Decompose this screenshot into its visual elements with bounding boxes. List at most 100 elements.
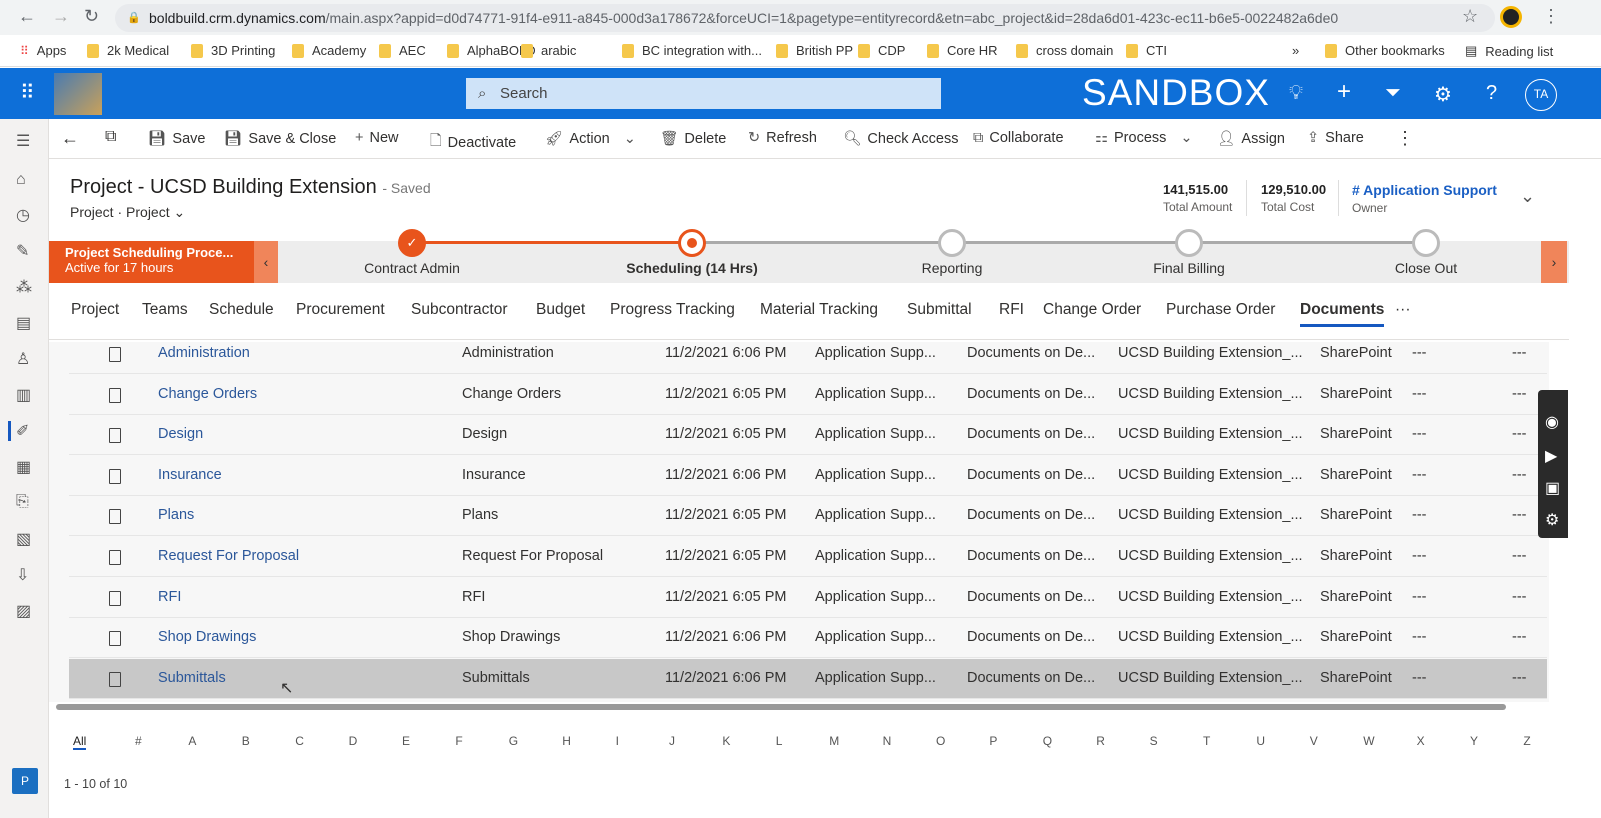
- app-launcher-icon[interactable]: ⠿: [20, 80, 35, 105]
- row-checkbox[interactable]: [109, 631, 121, 647]
- jump-letter[interactable]: X: [1417, 734, 1425, 748]
- gear-icon[interactable]: ⚙: [1545, 510, 1559, 530]
- bookmark-item[interactable]: CDP: [858, 43, 905, 58]
- image-icon[interactable]: ▣: [1545, 478, 1560, 498]
- bookmark-item[interactable]: 3D Printing: [191, 43, 275, 58]
- stage-label[interactable]: Final Billing: [1153, 260, 1225, 276]
- bpf-process-name[interactable]: Project Scheduling Proce... Active for 17…: [49, 241, 254, 283]
- stage-label[interactable]: Scheduling (14 Hrs): [626, 260, 757, 276]
- user-icon[interactable]: ♙: [16, 349, 30, 369]
- jump-letter[interactable]: T: [1203, 734, 1210, 748]
- report-icon[interactable]: ▨: [16, 601, 31, 621]
- jump-letter[interactable]: Y: [1470, 734, 1478, 748]
- jump-letter[interactable]: Z: [1523, 734, 1530, 748]
- row-checkbox[interactable]: [109, 347, 121, 362]
- list-icon[interactable]: ▦: [16, 457, 31, 477]
- process-button[interactable]: ⚏ Process ⌄: [1095, 130, 1193, 146]
- tab--[interactable]: ···: [1395, 301, 1411, 319]
- document-link[interactable]: Submittals: [158, 670, 226, 686]
- stage-label[interactable]: Reporting: [922, 260, 983, 276]
- jump-letter[interactable]: G: [509, 734, 518, 748]
- share-button[interactable]: ⇪ Share: [1307, 130, 1364, 146]
- collaborate-button[interactable]: ⧉ Collaborate: [973, 130, 1064, 146]
- table-row[interactable]: Request For Proposal Request For Proposal…: [69, 537, 1547, 577]
- horizontal-scrollbar[interactable]: [56, 704, 1506, 710]
- jump-letter[interactable]: P: [989, 734, 997, 748]
- document-link[interactable]: Shop Drawings: [158, 629, 256, 645]
- bookmark-item[interactable]: CTI: [1126, 43, 1167, 58]
- stage-pending-icon[interactable]: [1412, 229, 1440, 257]
- deactivate-button[interactable]: 🗋 Deactivate: [430, 130, 516, 155]
- more-commands-icon[interactable]: ⋮: [1396, 128, 1414, 149]
- jump-letter[interactable]: R: [1096, 734, 1105, 748]
- area-switcher[interactable]: P: [12, 768, 38, 794]
- table-row[interactable]: Design Design 11/2/2021 6:05 PM Application…: [69, 415, 1547, 456]
- row-checkbox[interactable]: [109, 428, 121, 444]
- book-icon[interactable]: ▧: [16, 529, 31, 549]
- gear-icon[interactable]: ⚙: [1434, 82, 1452, 107]
- tab-subcontractor[interactable]: Subcontractor: [411, 301, 508, 319]
- table-row[interactable]: Plans Plans 11/2/2021 6:05 PM Application S…: [69, 496, 1547, 537]
- bpf-next-button[interactable]: ›: [1541, 241, 1567, 283]
- jump-letter[interactable]: W: [1363, 734, 1374, 748]
- jump-letter[interactable]: U: [1256, 734, 1265, 748]
- row-checkbox[interactable]: [109, 590, 121, 606]
- tab-progress-tracking[interactable]: Progress Tracking: [610, 301, 735, 319]
- hamburger-icon[interactable]: ☰: [16, 131, 30, 151]
- tab-change-order[interactable]: Change Order: [1043, 301, 1141, 319]
- doc-icon[interactable]: ⎘: [16, 493, 29, 511]
- camera-icon[interactable]: ◉: [1545, 412, 1559, 432]
- building-icon[interactable]: ▥: [16, 385, 31, 405]
- profile-icon[interactable]: [1500, 6, 1522, 28]
- bookmark-item[interactable]: 2k Medical: [87, 43, 169, 58]
- download-icon[interactable]: ⇩: [16, 565, 29, 585]
- delete-button[interactable]: 🗑︎ Delete: [660, 130, 726, 148]
- tab-schedule[interactable]: Schedule: [209, 301, 274, 319]
- row-checkbox[interactable]: [109, 468, 121, 484]
- table-row[interactable]: Shop Drawings Shop Drawings 11/2/2021 6:06…: [69, 618, 1547, 659]
- jump-letter[interactable]: B: [242, 734, 250, 748]
- action-button[interactable]: 🚀︎ Action ⌄: [545, 130, 636, 148]
- check-access-button[interactable]: 🔍︎ Check Access: [843, 130, 959, 148]
- lightbulb-icon[interactable]: 💡︎: [1289, 82, 1303, 105]
- address-bar[interactable]: 🔒 boldbuild.crm.dynamics.com/main.aspx?ap…: [115, 4, 1495, 32]
- stage-pending-icon[interactable]: [1175, 229, 1203, 257]
- bookmark-item[interactable]: BC integration with...: [622, 43, 762, 58]
- save-close-button[interactable]: 💾︎ Save & Close: [224, 130, 336, 148]
- jump-letter[interactable]: A: [188, 734, 196, 748]
- document-link[interactable]: RFI: [158, 589, 181, 605]
- jump-letter[interactable]: V: [1310, 734, 1318, 748]
- bookmark-item[interactable]: Academy: [292, 43, 366, 58]
- stage-completed-icon[interactable]: ✓: [398, 229, 426, 257]
- jump-letter[interactable]: D: [349, 734, 358, 748]
- other-bookmarks[interactable]: Other bookmarks: [1325, 43, 1445, 58]
- pin-icon[interactable]: ✎: [16, 241, 29, 261]
- form-selector[interactable]: Project ⌄: [126, 204, 185, 220]
- stage-label[interactable]: Contract Admin: [364, 260, 460, 276]
- tab-submittal[interactable]: Submittal: [907, 301, 972, 319]
- document-link[interactable]: Design: [158, 426, 203, 442]
- popout-icon[interactable]: ⧉: [105, 128, 116, 146]
- avatar[interactable]: TA: [1525, 79, 1557, 111]
- bookmark-item[interactable]: cross domain: [1016, 43, 1113, 58]
- recent-icon[interactable]: ◷: [16, 205, 30, 225]
- row-checkbox[interactable]: [109, 387, 121, 403]
- home-icon[interactable]: ⌂: [16, 171, 26, 189]
- bookmark-item[interactable]: Core HR: [927, 43, 998, 58]
- tab-rfi[interactable]: RFI: [999, 301, 1024, 319]
- document-link[interactable]: Request For Proposal: [158, 548, 299, 564]
- forward-icon[interactable]: →: [52, 6, 70, 27]
- tab-project[interactable]: Project: [71, 301, 119, 319]
- entity-icon[interactable]: ⁂: [16, 277, 32, 297]
- stage-active-icon[interactable]: [678, 229, 706, 257]
- back-icon[interactable]: ←: [18, 6, 36, 27]
- row-checkbox[interactable]: [109, 671, 121, 687]
- filter-icon[interactable]: ⏷: [1385, 82, 1401, 105]
- jump-letter[interactable]: E: [402, 734, 410, 748]
- plus-icon[interactable]: +: [1337, 78, 1351, 106]
- document-link[interactable]: Insurance: [158, 467, 222, 483]
- jump-letter[interactable]: M: [829, 734, 839, 748]
- reading-list[interactable]: ▤ Reading list: [1465, 43, 1553, 59]
- search-input[interactable]: ⌕ Search: [466, 78, 941, 109]
- table-row[interactable]: RFI RFI 11/2/2021 6:05 PM Application Supp.…: [69, 578, 1547, 618]
